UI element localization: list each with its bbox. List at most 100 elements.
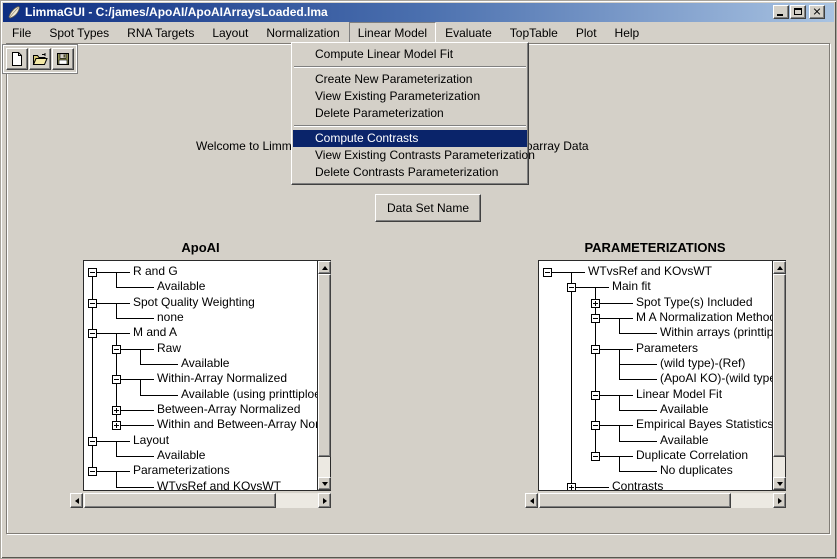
tree-toggle-collapse-icon[interactable] xyxy=(591,345,600,354)
tree-node-m-a-normalization-method[interactable]: M A Normalization Method xyxy=(636,310,772,325)
scroll-left-button[interactable] xyxy=(525,493,538,508)
scroll-left-button[interactable] xyxy=(70,493,83,508)
menu-option-compute-contrasts[interactable]: Compute Contrasts xyxy=(293,130,527,147)
tree-connector-line xyxy=(595,287,596,456)
tree-toggle-collapse-icon[interactable] xyxy=(88,329,97,338)
tree-node-available[interactable]: Available xyxy=(157,448,205,463)
scroll-right-button[interactable] xyxy=(773,493,786,508)
tree-toggle-collapse-icon[interactable] xyxy=(112,375,121,384)
tree-node-raw[interactable]: Raw xyxy=(157,341,181,356)
minimize-button[interactable] xyxy=(773,5,789,19)
tree-node-available[interactable]: Available xyxy=(157,279,205,294)
menu-option-delete-parameterization[interactable]: Delete Parameterization xyxy=(293,105,527,122)
tree-node-available[interactable]: Available xyxy=(181,356,229,371)
tree-toggle-collapse-icon[interactable] xyxy=(543,268,552,277)
menu-item-evaluate[interactable]: Evaluate xyxy=(436,22,501,43)
tree-toggle-collapse-icon[interactable] xyxy=(112,345,121,354)
scroll-down-button[interactable] xyxy=(318,477,331,490)
tree-toggle-collapse-icon[interactable] xyxy=(591,314,600,323)
tree-toggle-collapse-icon[interactable] xyxy=(88,268,97,277)
tree-node-wild-type-ref[interactable]: (wild type)-(Ref) xyxy=(660,356,745,371)
tree-node-spot-quality-weighting[interactable]: Spot Quality Weighting xyxy=(133,295,255,310)
menu-option-view-existing-contrasts-parameterization[interactable]: View Existing Contrasts Parameterization xyxy=(293,147,527,164)
tree-connector-line xyxy=(619,395,620,410)
menu-option-view-existing-parameterization[interactable]: View Existing Parameterization xyxy=(293,88,527,105)
parameterizations-tree[interactable]: WTvsRef and KOvsWTMain fitSpot Type(s) I… xyxy=(539,261,772,490)
tree-node-contrasts[interactable]: Contrasts xyxy=(612,479,663,490)
tree-node-main-fit[interactable]: Main fit xyxy=(612,279,651,294)
tree-node-within-and-between-array-normalized[interactable]: Within and Between-Array Normalized xyxy=(157,417,317,432)
tree-node-between-array-normalized[interactable]: Between-Array Normalized xyxy=(157,402,300,417)
tree-toggle-expand-icon[interactable] xyxy=(591,299,600,308)
scroll-right-button[interactable] xyxy=(318,493,331,508)
arrow-up-icon xyxy=(322,266,328,270)
tree-node-layout[interactable]: Layout xyxy=(133,433,169,448)
menu-item-file[interactable]: File xyxy=(3,22,40,43)
new-file-button[interactable] xyxy=(6,48,28,70)
open-file-button[interactable] xyxy=(29,48,51,70)
menu-item-linear-model[interactable]: Linear Model xyxy=(349,22,436,43)
tree-node-apoai-ko-wild-type[interactable]: (ApoAI KO)-(wild type) xyxy=(660,371,772,386)
tree-node-within-arrays-printtiploess-only[interactable]: Within arrays (printtiploess) only xyxy=(660,325,772,340)
menu-option-compute-linear-model-fit[interactable]: Compute Linear Model Fit xyxy=(293,46,527,63)
tree-connector-line xyxy=(116,456,154,457)
tree-node-available[interactable]: Available xyxy=(660,433,708,448)
menu-item-rna-targets[interactable]: RNA Targets xyxy=(118,22,203,43)
scrollbar-thumb[interactable] xyxy=(773,274,786,457)
menu-item-normalization[interactable]: Normalization xyxy=(257,22,348,43)
maximize-button[interactable] xyxy=(790,5,806,19)
tree-toggle-expand-icon[interactable] xyxy=(112,421,121,430)
tree-node-linear-model-fit[interactable]: Linear Model Fit xyxy=(636,387,722,402)
tree-connector-line xyxy=(599,318,633,319)
menu-option-delete-contrasts-parameterization[interactable]: Delete Contrasts Parameterization xyxy=(293,164,527,181)
tree-toggle-collapse-icon[interactable] xyxy=(88,467,97,476)
tree-node-available[interactable]: Available xyxy=(660,402,708,417)
tree-node-parameterizations[interactable]: Parameterizations xyxy=(133,463,230,478)
scroll-down-button[interactable] xyxy=(773,477,786,490)
scrollbar-thumb[interactable] xyxy=(539,493,731,508)
tree-node-none[interactable]: none xyxy=(157,310,184,325)
menu-item-plot[interactable]: Plot xyxy=(567,22,606,43)
tree-node-available-using-printtiploess[interactable]: Available (using printtiploess) xyxy=(181,387,317,402)
apoai-vertical-scrollbar[interactable] xyxy=(317,261,330,490)
menu-item-toptable[interactable]: TopTable xyxy=(501,22,567,43)
data-set-name-button[interactable]: Data Set Name xyxy=(375,194,481,222)
menu-item-layout[interactable]: Layout xyxy=(203,22,257,43)
tree-toggle-collapse-icon[interactable] xyxy=(567,283,576,292)
tree-toggle-collapse-icon[interactable] xyxy=(591,452,600,461)
menu-item-help[interactable]: Help xyxy=(606,22,649,43)
scroll-up-button[interactable] xyxy=(773,261,786,274)
parameterizations-vertical-scrollbar[interactable] xyxy=(772,261,785,490)
tree-toggle-collapse-icon[interactable] xyxy=(88,299,97,308)
tree-node-duplicate-correlation[interactable]: Duplicate Correlation xyxy=(636,448,748,463)
tree-node-empirical-bayes-statistics[interactable]: Empirical Bayes Statistics xyxy=(636,417,772,432)
scrollbar-thumb[interactable] xyxy=(84,493,276,508)
tree-toggle-collapse-icon[interactable] xyxy=(88,437,97,446)
tree-connector-line xyxy=(116,471,117,487)
tree-node-wtvsref-and-kovswt[interactable]: WTvsRef and KOvsWT xyxy=(157,479,281,490)
scrollbar-thumb[interactable] xyxy=(318,274,331,457)
tree-node-m-and-a[interactable]: M and A xyxy=(133,325,177,340)
scroll-up-button[interactable] xyxy=(318,261,331,274)
close-button[interactable] xyxy=(809,5,825,19)
tree-toggle-collapse-icon[interactable] xyxy=(591,391,600,400)
apoai-tree-panel: R and GAvailableSpot Quality Weightingno… xyxy=(83,260,331,491)
tree-connector-line xyxy=(140,364,178,365)
menu-option-create-new-parameterization[interactable]: Create New Parameterization xyxy=(293,71,527,88)
apoai-tree[interactable]: R and GAvailableSpot Quality Weightingno… xyxy=(84,261,317,490)
apoai-horizontal-scrollbar[interactable] xyxy=(70,493,331,508)
tree-node-within-array-normalized[interactable]: Within-Array Normalized xyxy=(157,371,287,386)
tree-connector-line xyxy=(96,303,130,304)
tree-toggle-expand-icon[interactable] xyxy=(567,483,576,490)
tree-node-spot-type-s-included[interactable]: Spot Type(s) Included xyxy=(636,295,753,310)
tree-toggle-expand-icon[interactable] xyxy=(112,406,121,415)
tree-toggle-collapse-icon[interactable] xyxy=(591,421,600,430)
tree-node-r-and-g[interactable]: R and G xyxy=(133,264,178,279)
toolbar xyxy=(2,44,78,74)
tree-node-wtvsref-and-kovswt[interactable]: WTvsRef and KOvsWT xyxy=(588,264,712,279)
menu-item-spot-types[interactable]: Spot Types xyxy=(40,22,118,43)
tree-node-parameters[interactable]: Parameters xyxy=(636,341,698,356)
tree-node-no-duplicates[interactable]: No duplicates xyxy=(660,463,733,478)
save-file-button[interactable] xyxy=(52,48,74,70)
parameterizations-horizontal-scrollbar[interactable] xyxy=(525,493,786,508)
